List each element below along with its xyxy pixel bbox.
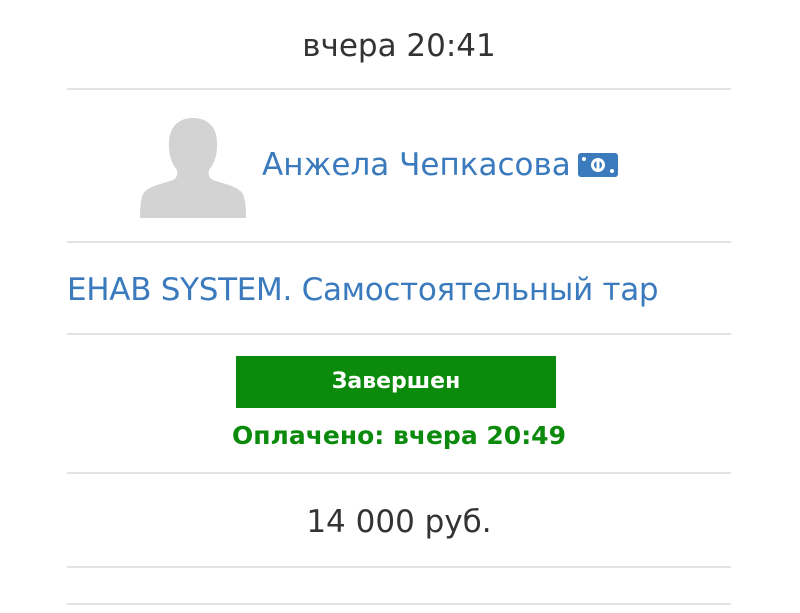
divider [67,472,731,474]
order-date: вчера 20:41 [302,28,496,64]
divider [67,241,731,243]
payment-status-text: Оплачено: вчера 20:49 [232,421,566,450]
product-link[interactable]: EHAB SYSTEM. Самостоятельный тар [67,272,659,308]
cash-money-icon [577,153,618,177]
order-row: вчера 20:41 Анжела Чепкасова EHAB SYSTEM… [0,0,800,613]
product-cell: EHAB SYSTEM. Самостоятельный тар [67,262,731,318]
divider [67,333,731,335]
divider [67,566,731,568]
client-name[interactable]: Анжела Чепкасова [262,140,571,190]
divider [67,603,731,605]
default-user-avatar-icon[interactable] [140,114,246,218]
order-amount: 14 000 руб. [306,504,492,540]
divider [67,88,731,90]
status-badge: Завершен [236,356,556,408]
client-name-link[interactable]: Анжела Чепкасова [262,140,619,190]
